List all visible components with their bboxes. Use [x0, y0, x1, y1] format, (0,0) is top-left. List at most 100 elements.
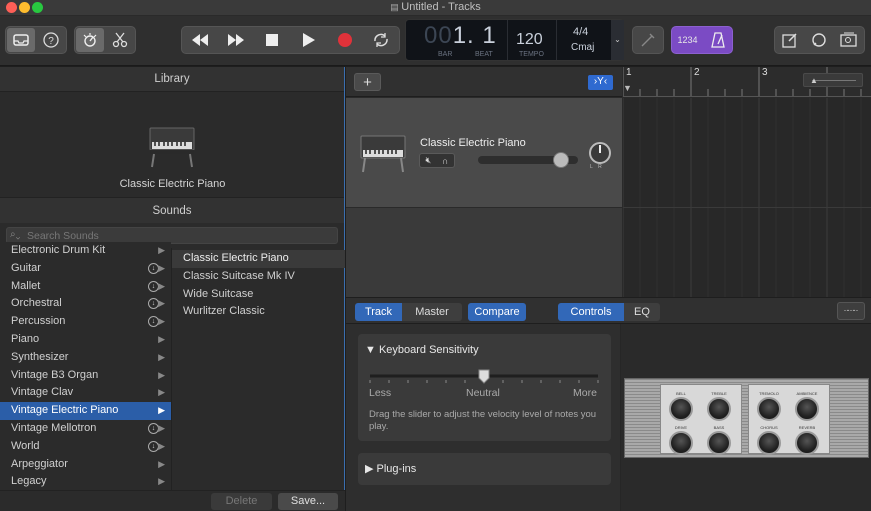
- category-item[interactable]: Vintage B3 Organ ▶: [0, 367, 171, 385]
- category-item[interactable]: Electronic Drum Kit ▶: [0, 242, 171, 260]
- ruler-bar-3: 3: [762, 67, 768, 78]
- category-item[interactable]: Synthesizer ▶: [0, 349, 171, 367]
- lcd-mode-chevron-icon[interactable]: ⌄: [611, 20, 624, 60]
- track-name: Classic Electric Piano: [420, 137, 526, 149]
- tuner-button[interactable]: [634, 28, 662, 52]
- delete-button[interactable]: Delete: [211, 493, 272, 510]
- patch-list: Classic Electric Piano Classic Suitcase M…: [172, 250, 345, 321]
- fast-forward-button[interactable]: [222, 28, 250, 52]
- zoom-handle[interactable]: ▲: [810, 76, 818, 85]
- inbox-icon: [13, 34, 29, 46]
- category-label: World: [11, 439, 40, 452]
- more-label: More: [573, 387, 597, 399]
- instrument-knob[interactable]: [757, 397, 781, 421]
- category-item[interactable]: Arpeggiator ▶: [0, 456, 171, 474]
- metronome-button[interactable]: [704, 28, 732, 52]
- volume-handle[interactable]: [553, 152, 569, 168]
- smart-controls-button[interactable]: [76, 28, 104, 52]
- instrument-knob[interactable]: [669, 431, 693, 455]
- plugins-panel[interactable]: ▶ Plug-ins: [358, 453, 611, 485]
- category-label: Orchestral: [11, 297, 62, 310]
- cycle-icon: [374, 33, 388, 47]
- tab-master[interactable]: Master: [402, 303, 462, 321]
- category-item[interactable]: Legacy ▶: [0, 473, 171, 487]
- loop-browser-button[interactable]: [805, 28, 833, 52]
- instrument-knob[interactable]: [707, 431, 731, 455]
- category-item[interactable]: Guitar ↓ ▶: [0, 260, 171, 278]
- category-label: Vintage B3 Organ: [11, 368, 99, 381]
- category-item[interactable]: Vintage Clav ▶: [0, 384, 171, 402]
- instrument-knob[interactable]: [757, 431, 781, 455]
- instrument-knob[interactable]: [795, 431, 819, 455]
- category-item[interactable]: Mallet ↓ ▶: [0, 278, 171, 296]
- patch-name: Classic Electric Piano: [119, 178, 226, 190]
- rewind-button[interactable]: [186, 28, 214, 52]
- knob-label: CHORUS: [760, 425, 778, 430]
- play-button[interactable]: [295, 28, 323, 52]
- category-item[interactable]: Vintage Electric Piano ▶: [0, 402, 171, 420]
- pan-knob[interactable]: [589, 142, 611, 164]
- workspace[interactable]: [623, 98, 871, 297]
- beat-label: BEAT: [475, 51, 493, 58]
- category-item[interactable]: Vintage Mellotron ↓ ▶: [0, 420, 171, 438]
- lcd-display[interactable]: 001. 1 BAR BEAT 120 TEMPO 4/4 Cmaj ⌄: [405, 19, 624, 61]
- chevron-right-icon: ▶: [158, 245, 165, 255]
- instrument-knob[interactable]: [669, 397, 693, 421]
- record-button[interactable]: [331, 28, 359, 52]
- patch-item[interactable]: Wide Suitcase: [172, 286, 345, 304]
- instrument-panel: BELL TREBLE DRIVE BASS TREMOLO AMBIENCE CHORU…: [621, 324, 871, 511]
- compare-button[interactable]: Compare: [468, 303, 526, 321]
- tab-eq[interactable]: EQ: [624, 303, 660, 321]
- media-browser-button[interactable]: [835, 28, 863, 52]
- category-label: Guitar: [11, 261, 41, 274]
- track-header-bar: + ›Y‹: [346, 67, 622, 97]
- tab-track[interactable]: Track: [355, 303, 402, 321]
- category-item[interactable]: Piano ▶: [0, 331, 171, 349]
- keyboard-sensitivity-title[interactable]: ▼ Keyboard Sensitivity: [365, 344, 479, 356]
- patch-item[interactable]: Wurlitzer Classic: [172, 303, 345, 321]
- instrument-knob[interactable]: [707, 397, 731, 421]
- zoom-slider[interactable]: ▲: [803, 73, 863, 87]
- key-signature[interactable]: Cmaj: [571, 42, 594, 53]
- track-header[interactable]: Classic Electric Piano 🔇︎ ∩ L R: [346, 98, 622, 207]
- stop-button[interactable]: [258, 28, 286, 52]
- electric-piano-track-icon: [360, 135, 406, 173]
- disclosure-right-icon: ▶: [365, 463, 374, 475]
- transport-group: [181, 26, 400, 54]
- save-button[interactable]: Save...: [278, 493, 338, 510]
- knob-panel-right: TREMOLO AMBIENCE CHORUS REVERB: [748, 384, 830, 455]
- svg-text:?: ?: [48, 36, 54, 47]
- headphones-icon[interactable]: ∩: [442, 156, 448, 166]
- library-header: Library: [0, 67, 344, 91]
- quick-help-button[interactable]: ?: [37, 28, 65, 52]
- ruler[interactable]: 1 2 3 ▲ ▼: [623, 67, 871, 97]
- chevron-right-icon: ▶: [158, 316, 165, 327]
- category-item[interactable]: Orchestral ↓ ▶: [0, 295, 171, 313]
- chevron-right-icon: ▶: [158, 405, 165, 416]
- plugins-label: Plug-ins: [376, 463, 417, 475]
- category-label: Percussion: [11, 315, 66, 328]
- patch-item[interactable]: Classic Suitcase Mk IV: [172, 268, 345, 286]
- category-label: Electronic Drum Kit: [11, 244, 106, 256]
- track-list-empty: [346, 208, 622, 297]
- instrument-knob[interactable]: [795, 397, 819, 421]
- playhead-icon[interactable]: ▼: [623, 83, 632, 93]
- library-toggle-button[interactable]: [7, 28, 35, 52]
- inspector-toggle-icon[interactable]: ·-·-·: [837, 302, 865, 320]
- stop-icon: [266, 34, 279, 46]
- patch-item[interactable]: Classic Electric Piano: [172, 250, 345, 268]
- add-track-button[interactable]: +: [354, 73, 381, 91]
- notepad-button[interactable]: [776, 28, 804, 52]
- search-placeholder: Search Sounds: [27, 230, 99, 242]
- time-signature[interactable]: 4/4: [573, 26, 588, 38]
- volume-slider[interactable]: [478, 152, 578, 168]
- category-item[interactable]: Percussion ↓ ▶: [0, 313, 171, 331]
- tab-controls[interactable]: Controls: [558, 303, 624, 321]
- filter-icon[interactable]: ›Y‹: [588, 75, 613, 90]
- editors-button[interactable]: [106, 28, 134, 52]
- mute-icon[interactable]: 🔇︎: [425, 155, 431, 166]
- cycle-button[interactable]: [367, 28, 395, 52]
- category-item[interactable]: World ↓ ▶: [0, 438, 171, 456]
- count-in-button[interactable]: 1234: [673, 28, 703, 52]
- tempo-value[interactable]: 120: [516, 31, 543, 49]
